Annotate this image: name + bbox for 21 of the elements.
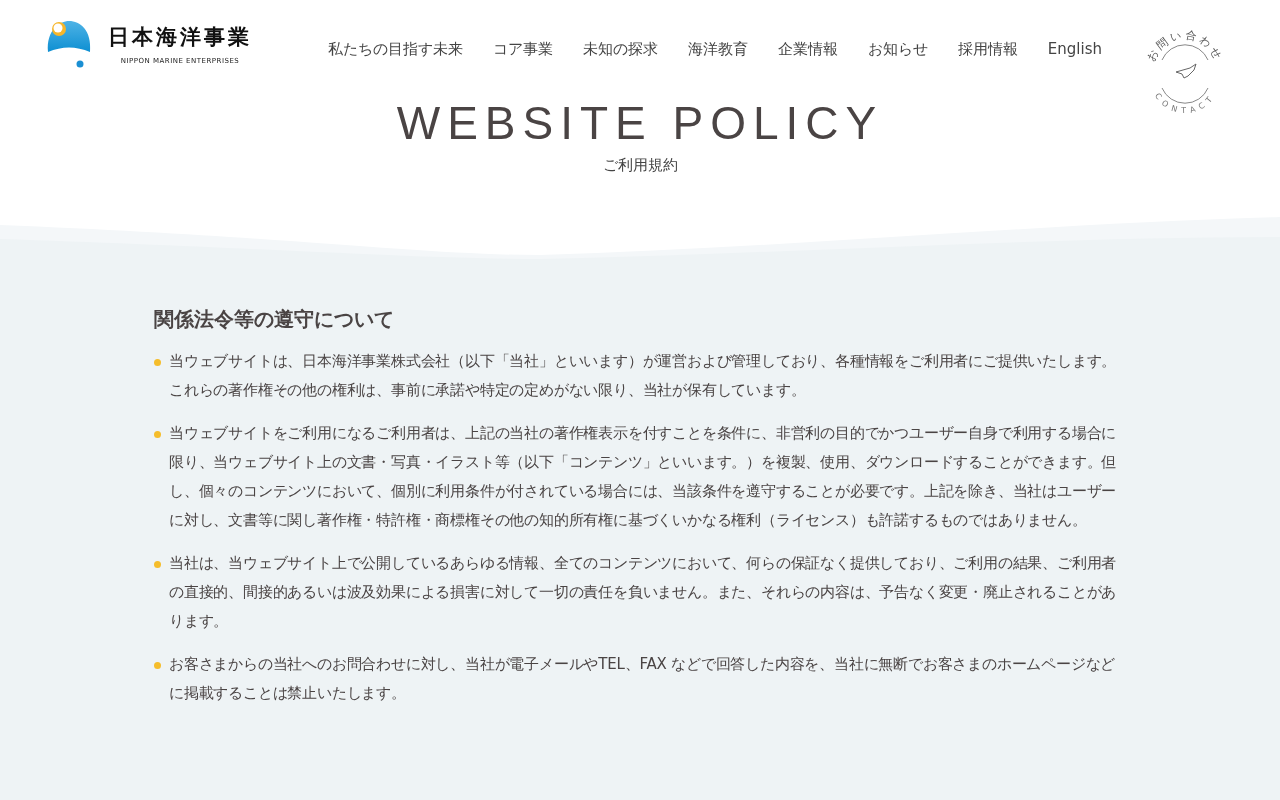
nav-link[interactable]: 海洋教育 bbox=[687, 38, 748, 61]
nav-link[interactable]: コア事業 bbox=[492, 38, 553, 61]
logo-name: 日本海洋事業 bbox=[108, 27, 252, 49]
policy-paragraph: 当ウェブサイトをご利用になるご利用者は、上記の当社の著作権表示を付すことを条件に、非営利の目的でかつユーザー自身で利用する場合に限り、当ウェブサイト上の文書・写真・イラスト等（以下「コンテンツ」といいます。）を複製、使用、ダウンロードすることができます。但し、個々のコンテンツにおいて、個別に利用条件が付されている場合には、当該条件を遵守することが必要です。上記を除き、当社はユーザーに対し、文書等に関し著作権・特許権・商標権その他の知的所有権に基づくいかなる権利（ライセンス）も許諾するものではありません。 bbox=[169, 423, 1118, 531]
bullet-icon bbox=[154, 561, 161, 568]
nav-link[interactable]: 採用情報 bbox=[957, 38, 1018, 61]
section-heading: 関係法令等の遵守について bbox=[154, 307, 395, 331]
page-title: WEBSITE POLICY bbox=[396, 100, 884, 146]
nav-link[interactable]: 私たちの目指す未来 bbox=[327, 38, 463, 61]
policy-paragraph: 当社は、当ウェブサイト上で公開しているあらゆる情報、全てのコンテンツにおいて、何らの保証なく提供しており、ご利用の結果、ご利用者の直接的、間接的あるいは波及効果による損害に対して一切の責任を負いません。また、それらの内容は、予告なく変更・廃止されることがあります。 bbox=[169, 553, 1118, 632]
bullet-icon bbox=[154, 359, 161, 366]
nav-link[interactable]: 企業情報 bbox=[777, 38, 838, 61]
policy-paragraph: 当ウェブサイトは、日本海洋事業株式会社（以下「当社」といいます）が運営および管理しており、各種情報をご利用者にご提供いたします。これらの著作権その他の権利は、事前に承諾や特定の定めがない限り、当社が保有しています。 bbox=[169, 351, 1118, 401]
policy-paragraph: お客さまからの当社へのお問合わせに対し、当社が電子メールやTEL、FAX などで回答した内容を、当社に無断でお客さまのホームページなどに掲載することは禁止いたします。 bbox=[169, 654, 1117, 704]
nav-link[interactable]: 未知の探求 bbox=[582, 38, 658, 61]
nav-link[interactable]: お知らせ bbox=[867, 38, 928, 61]
bullet-icon bbox=[154, 431, 161, 438]
nav-link[interactable]: English bbox=[1047, 38, 1102, 61]
page-subtitle: ご利用規約 bbox=[602, 155, 678, 176]
bullet-icon bbox=[154, 662, 161, 669]
logo-icon bbox=[46, 20, 92, 68]
